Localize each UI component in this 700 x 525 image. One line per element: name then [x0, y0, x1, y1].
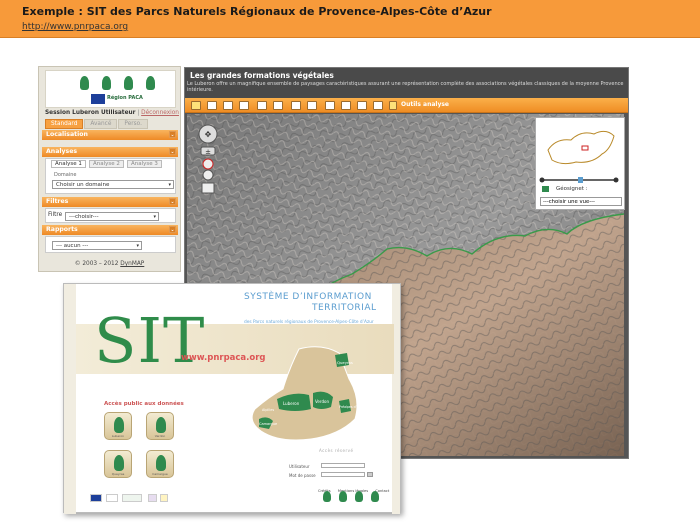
filters-box: Filtre ---choisir---	[45, 208, 176, 223]
park-logo-icon	[371, 491, 379, 502]
public-access-heading: Accès public aux données	[104, 401, 184, 407]
sit-portal-screenshot: SYSTÈME D’INFORMATION TERRITORIAL des Pa…	[63, 283, 401, 514]
svg-text:✥: ✥	[205, 130, 212, 139]
tab-analyse-3[interactable]: Analyse 3	[127, 160, 162, 168]
park-logo-icon	[124, 76, 133, 90]
dynmap-link[interactable]: DynMAP	[120, 261, 144, 267]
section-filtres[interactable]: Filtres ⌄	[42, 197, 178, 207]
session-info: Session Luberon Utilisateur | Déconnexio…	[45, 110, 179, 116]
partner-logo	[160, 494, 168, 502]
park-logo-icon	[339, 491, 347, 502]
toggle-icon[interactable]: ⌄	[169, 226, 176, 233]
domain-label: Domaine	[54, 172, 77, 178]
eu-flag-icon	[91, 94, 105, 104]
layers-icon[interactable]	[239, 101, 249, 110]
park-button-queyras[interactable]: Queyras	[104, 450, 132, 478]
print-icon[interactable]	[207, 101, 217, 110]
filter-select[interactable]: ---choisir---	[65, 212, 159, 221]
portal-title-line2: TERRITORIAL	[312, 303, 377, 313]
filter-label: Filtre	[48, 212, 63, 218]
park-logo-icon	[323, 491, 331, 502]
overview-outline	[547, 130, 615, 165]
left-panel: Région PACA Session Luberon Utilisateur …	[38, 66, 181, 272]
terrain-icon[interactable]	[291, 101, 301, 110]
password-input[interactable]	[321, 472, 365, 477]
reports-box: --- aucun ---	[45, 236, 176, 253]
svg-text:Alpilles: Alpilles	[262, 408, 274, 412]
tab-standard[interactable]: Standard	[45, 119, 84, 129]
user-input[interactable]	[321, 463, 365, 468]
portal-subtitle: des Parcs naturels régionaux de Provence…	[244, 320, 374, 325]
partner-logo	[106, 494, 118, 502]
section-localisation[interactable]: Localisation ⌄	[42, 130, 178, 140]
overview-minimap[interactable]: Géosignet : ---choisir une vue---	[535, 117, 625, 210]
park-button-verdon[interactable]: Verdon	[146, 412, 174, 440]
save-icon[interactable]	[357, 101, 367, 110]
slide-header: Exemple : SIT des Parcs Naturels Régiona…	[0, 0, 700, 38]
logout-link[interactable]: Déconnexion	[141, 110, 179, 116]
toggle-icon[interactable]: ⌄	[169, 131, 176, 138]
analyses-box: Analyse 1 Analyse 2 Analyse 3 Domaine Ch…	[45, 158, 176, 194]
map-description: Le Luberon offre un magnifique ensemble …	[187, 81, 624, 93]
view-select[interactable]: ---choisir une vue---	[540, 197, 622, 206]
mode-tabs: Standard Avancé Perso.	[45, 119, 149, 129]
toggle-icon[interactable]: ⌄	[169, 198, 176, 205]
quick-analysis-button[interactable]: Outils analyse	[401, 101, 449, 108]
tab-analyse-2[interactable]: Analyse 2	[89, 160, 124, 168]
export-icon[interactable]	[341, 101, 351, 110]
park-button-camargue[interactable]: Camargue	[146, 450, 174, 478]
svg-text:Verdon: Verdon	[315, 399, 329, 404]
map-navigation-control[interactable]: ✥ ±	[197, 123, 219, 195]
map-title: Les grandes formations végétales	[190, 71, 334, 80]
portal-title-line1: SYSTÈME D’INFORMATION	[244, 292, 372, 302]
quick-analysis-icon[interactable]	[389, 101, 397, 110]
flag-icon	[542, 186, 549, 192]
park-button-luberon[interactable]: Luberon	[104, 412, 132, 440]
tab-perso[interactable]: Perso.	[118, 119, 148, 129]
region-logo-icon	[122, 494, 142, 502]
login-submit-button[interactable]	[367, 472, 373, 477]
map-title-bar: Les grandes formations végétales Le Lube…	[185, 68, 628, 98]
park-logo-icon	[80, 76, 89, 90]
ruler-icon[interactable]	[273, 101, 283, 110]
svg-text:Préalpes d’Azur: Préalpes d’Azur	[339, 405, 364, 409]
map-toolbar: Outils analyse	[185, 98, 628, 113]
site-link[interactable]: http://www.pnrpaca.org	[22, 22, 128, 32]
copyright: © 2003 – 2012 DynMAP	[74, 261, 145, 267]
region-logo: Région PACA	[107, 95, 143, 101]
svg-text:Luberon: Luberon	[283, 401, 300, 406]
geosignet-label: Géosignet :	[556, 186, 588, 192]
paca-region-map[interactable]: Queyras Luberon Verdon Camargue Alpilles…	[239, 339, 384, 451]
zoom-icon[interactable]	[223, 101, 233, 110]
partner-logos: Région PACA	[45, 70, 176, 108]
measure-icon[interactable]	[257, 101, 267, 110]
svg-text:±: ±	[205, 148, 211, 156]
zoom-slider[interactable]	[536, 176, 624, 184]
tab-avance[interactable]: Avancé	[84, 119, 118, 129]
svg-text:Camargue: Camargue	[259, 422, 277, 426]
partner-logo	[148, 494, 157, 502]
park-logo-icon	[355, 491, 363, 502]
domain-select[interactable]: Choisir un domaine	[52, 180, 174, 189]
park-logo-icon	[102, 76, 111, 90]
select-icon[interactable]	[307, 101, 317, 110]
park-logo-icon	[146, 76, 155, 90]
login-heading: Accès réservé	[319, 448, 354, 453]
toggle-icon[interactable]: ⌄	[169, 148, 176, 155]
tab-analyse-1[interactable]: Analyse 1	[51, 160, 86, 168]
report-select[interactable]: --- aucun ---	[52, 241, 142, 250]
slide-title: Exemple : SIT des Parcs Naturels Régiona…	[22, 5, 492, 18]
table-icon[interactable]	[325, 101, 335, 110]
info-icon[interactable]	[191, 101, 201, 110]
session-label: Session Luberon Utilisateur	[45, 110, 136, 116]
svg-text:Queyras: Queyras	[337, 360, 353, 365]
section-analyses[interactable]: Analyses ⌄	[42, 147, 178, 157]
share-icon[interactable]	[373, 101, 383, 110]
section-rapports[interactable]: Rapports ⌄	[42, 225, 178, 235]
sit-logo: SIT	[94, 304, 206, 377]
eu-flag-icon	[90, 494, 102, 502]
